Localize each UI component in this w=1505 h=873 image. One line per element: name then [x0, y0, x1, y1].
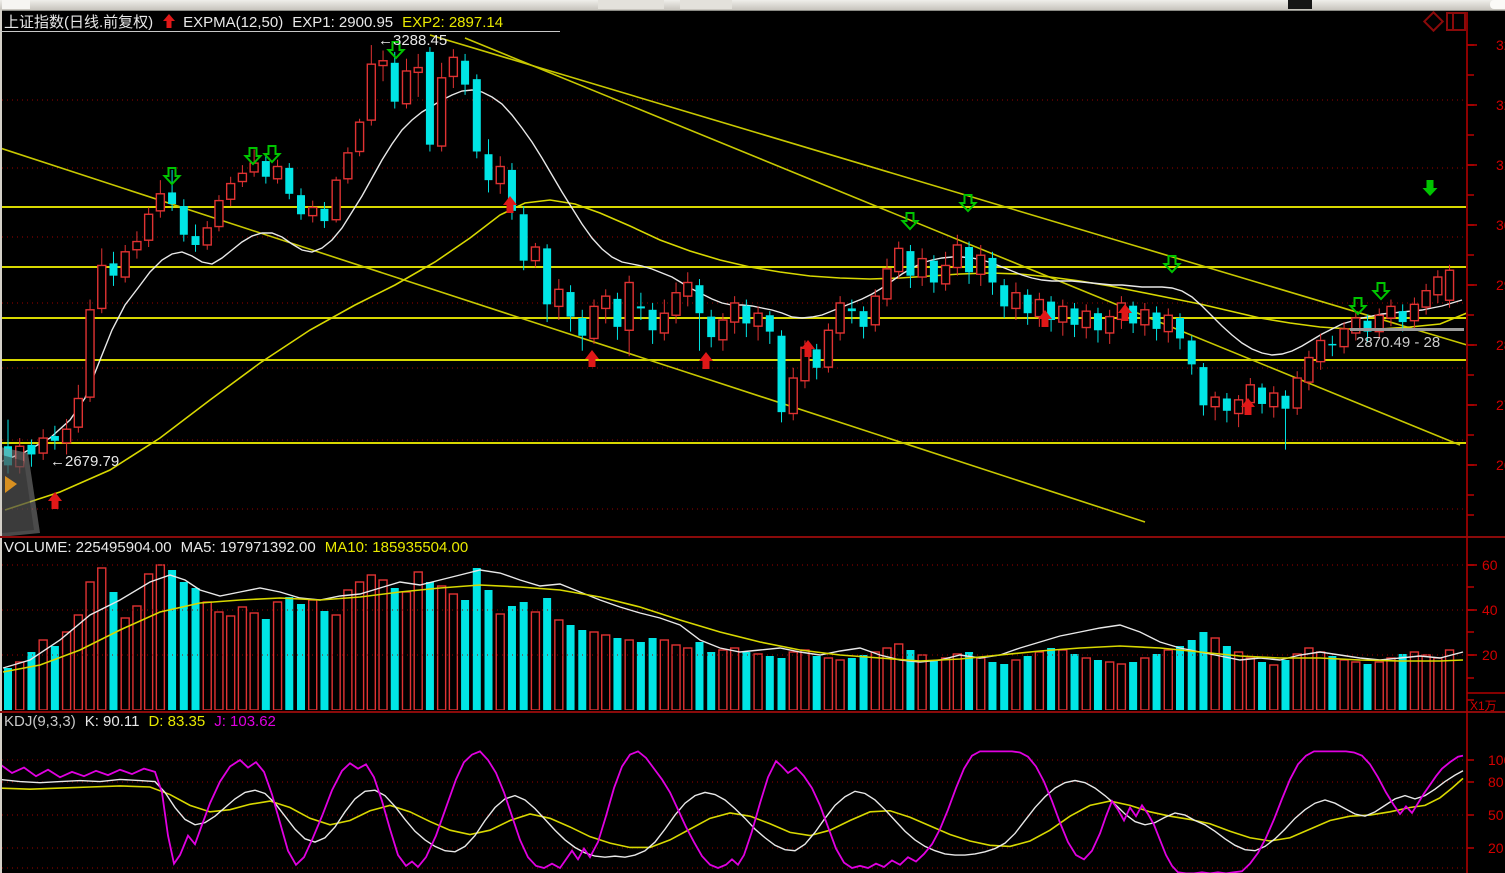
kdj-axis-label: 100 — [1488, 752, 1505, 768]
range-marker-line — [1350, 328, 1464, 331]
kdj-d-value: D: 83.35 — [148, 713, 205, 730]
exp2-value: EXP2: 2897.14 — [402, 14, 503, 31]
peak-price-label: ←3288.45 — [378, 32, 447, 49]
up-arrow-icon — [162, 14, 176, 31]
kdj-axis-label: 50 — [1488, 807, 1504, 823]
kdj-axis-label: 80 — [1488, 774, 1504, 790]
main-chart-header: 上证指数(日线.前复权) EXPMA(12,50) EXP1: 2900.95 EXP… — [4, 11, 512, 32]
kdj-j-value: J: 103.62 — [214, 713, 276, 730]
low-price-label: ←2679.79 — [50, 453, 119, 470]
kdj-indicator-label: KDJ(9,3,3) — [4, 713, 76, 730]
volume-header: VOLUME: 225495904.00 MA5: 197971392.00 MA1… — [4, 539, 477, 556]
kdj-header: KDJ(9,3,3) K: 90.11 D: 83.35 J: 103.62 — [4, 713, 285, 730]
exp1-value: EXP1: 2900.95 — [292, 14, 393, 31]
trading-app-window: 上证指数(日线.前复权) EXPMA(12,50) EXP1: 2900.95 EXP… — [0, 0, 1505, 873]
volume-ma10-value: MA10: 185935504.00 — [325, 539, 468, 556]
instrument-title: 上证指数(日线.前复权) — [4, 14, 153, 31]
kdj-k-value: K: 90.11 — [85, 713, 140, 730]
volume-ma5-value: MA5: 197971392.00 — [181, 539, 316, 556]
indicator-label: EXPMA(12,50) — [183, 14, 283, 31]
volume-unit-label: X1万 — [1470, 697, 1497, 714]
kdj-axis-label: 20 — [1488, 840, 1504, 856]
volume-value: VOLUME: 225495904.00 — [4, 539, 172, 556]
range-price-label: 2870.49 - 28 — [1356, 334, 1440, 351]
